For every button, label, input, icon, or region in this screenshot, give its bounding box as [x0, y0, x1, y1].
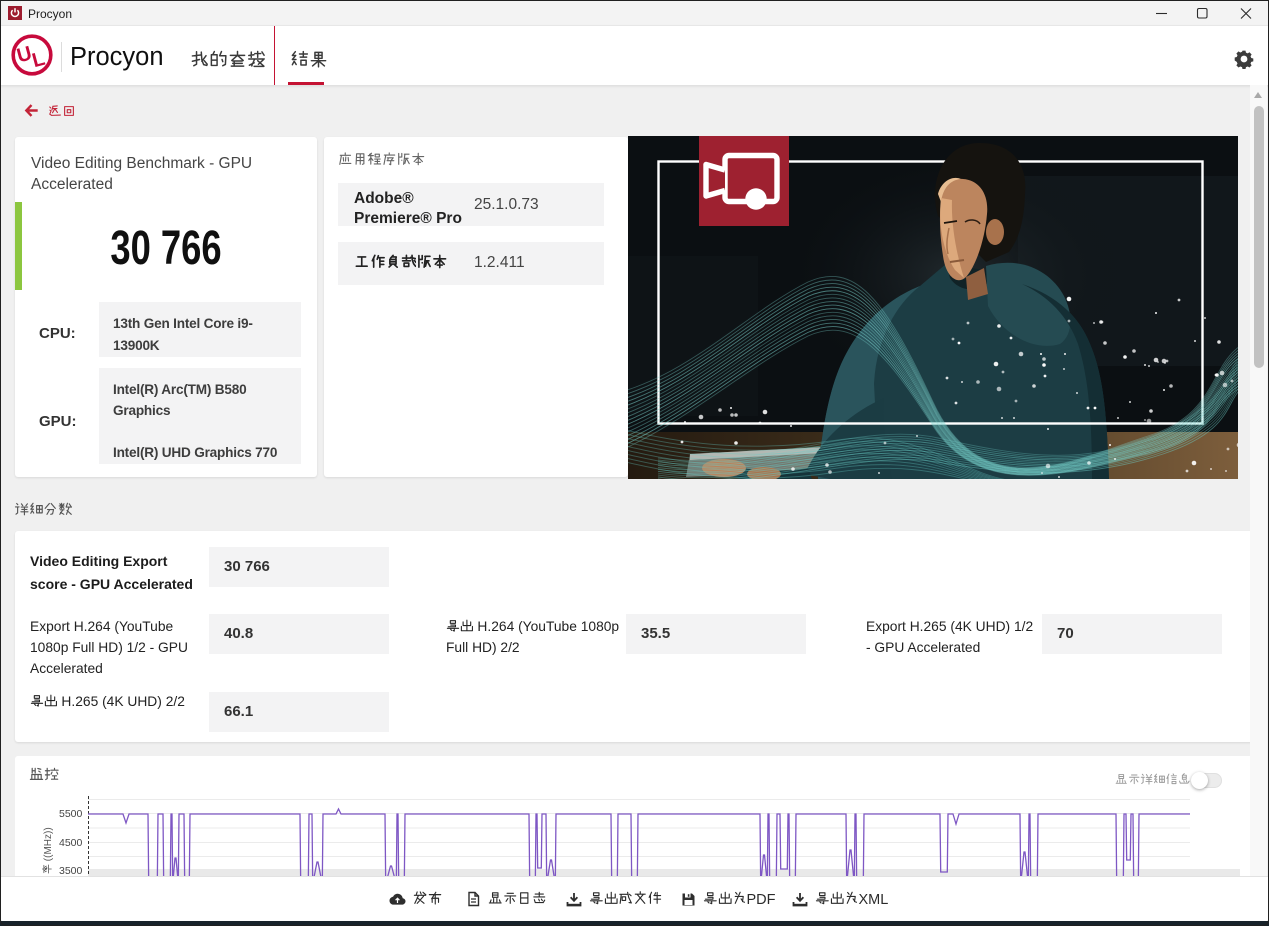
svg-text:L: L — [30, 48, 47, 72]
